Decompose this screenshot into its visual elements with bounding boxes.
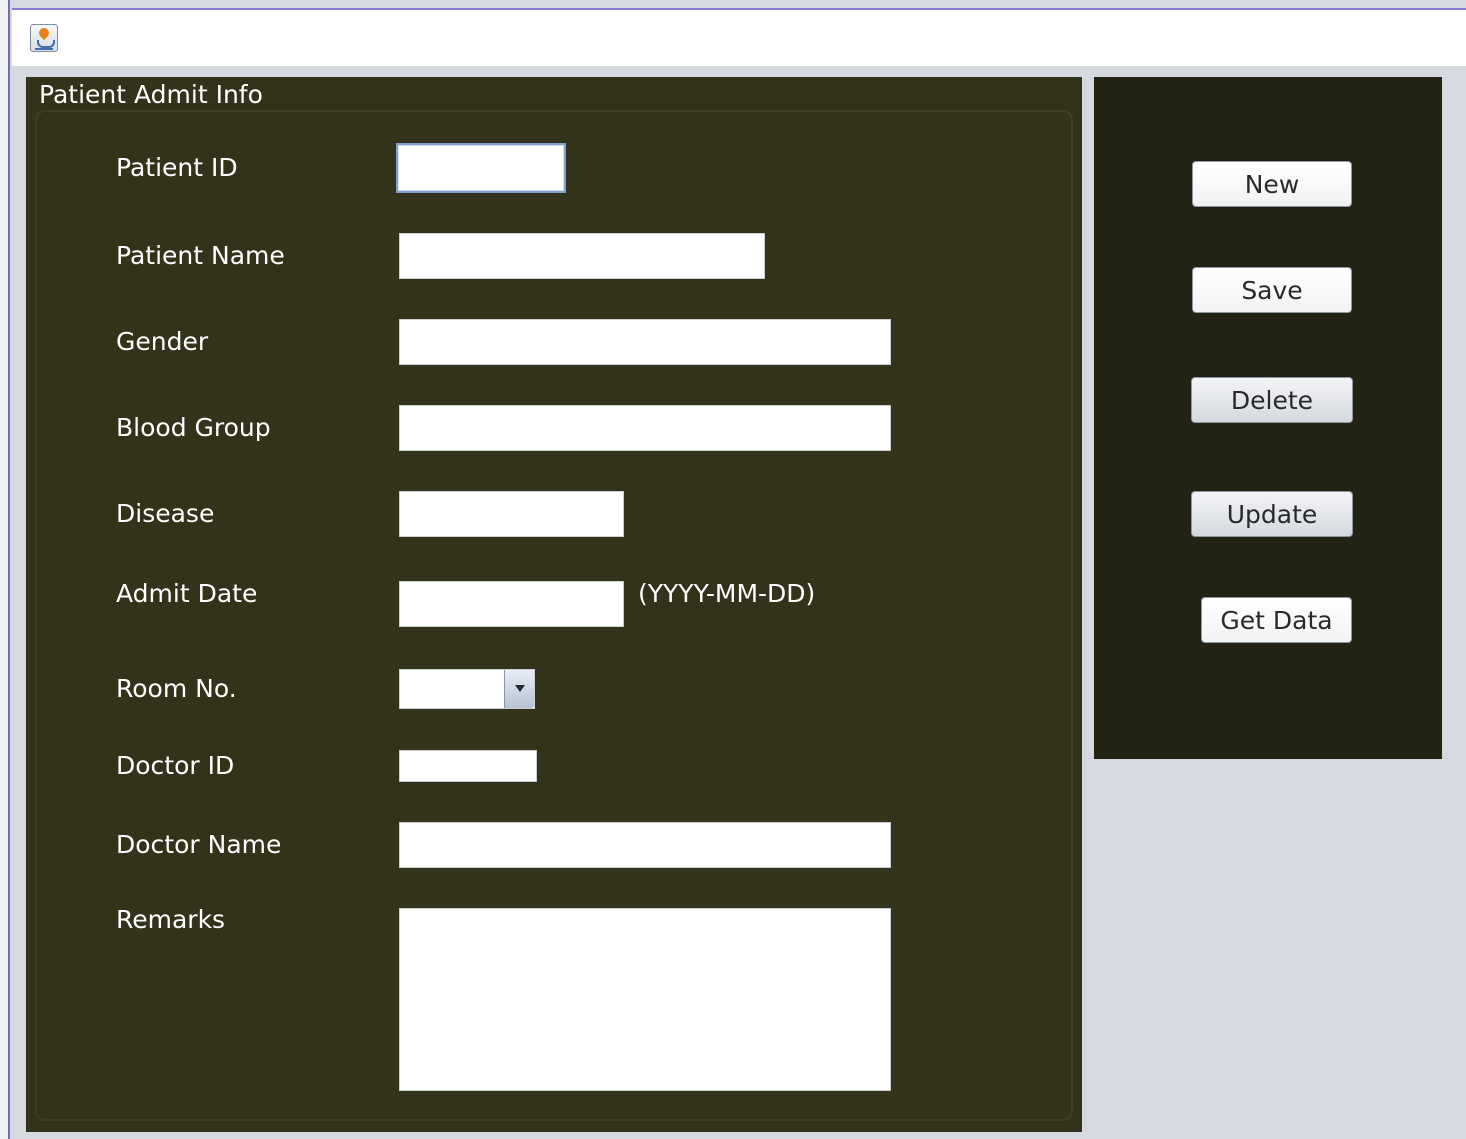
doctor-name-label: Doctor Name <box>116 830 282 859</box>
patient-name-input[interactable] <box>399 233 765 279</box>
actions-panel: New Save Delete Update Get Data <box>1094 77 1442 759</box>
window-left-edge <box>0 0 10 1139</box>
gender-label: Gender <box>116 327 209 356</box>
room-no-label: Room No. <box>116 674 237 703</box>
flame-shape <box>36 25 52 41</box>
disease-input[interactable] <box>399 491 624 537</box>
blood-group-input[interactable] <box>399 405 891 451</box>
patient-admit-panel: Patient Admit Info Patient ID Patient Na… <box>26 77 1082 1132</box>
get-data-button[interactable]: Get Data <box>1201 597 1352 643</box>
new-button[interactable]: New <box>1192 161 1352 207</box>
cup-shape <box>37 40 55 48</box>
admit-date-label: Admit Date <box>116 579 258 608</box>
save-button[interactable]: Save <box>1192 267 1352 313</box>
patient-id-input[interactable] <box>396 143 566 193</box>
title-bar <box>12 8 1466 66</box>
panel-title: Patient Admit Info <box>39 80 263 109</box>
doctor-name-input[interactable] <box>399 822 891 868</box>
remarks-label: Remarks <box>116 905 226 934</box>
date-format-hint: (YYYY-MM-DD) <box>638 579 816 608</box>
java-app-icon[interactable] <box>30 24 58 52</box>
plate-shape <box>35 48 53 50</box>
blood-group-label: Blood Group <box>116 413 271 442</box>
update-button[interactable]: Update <box>1191 491 1353 537</box>
remarks-textarea[interactable] <box>399 908 891 1091</box>
delete-button[interactable]: Delete <box>1191 377 1353 423</box>
disease-label: Disease <box>116 499 215 528</box>
doctor-id-input[interactable] <box>399 750 537 782</box>
patient-name-label: Patient Name <box>116 241 285 270</box>
admit-date-input[interactable] <box>399 581 624 627</box>
patient-id-label: Patient ID <box>116 153 238 182</box>
room-no-combobox[interactable] <box>399 669 535 709</box>
doctor-id-label: Doctor ID <box>116 751 235 780</box>
room-no-dropdown-button[interactable] <box>504 670 534 708</box>
chevron-down-icon <box>515 685 525 692</box>
gender-input[interactable] <box>399 319 891 365</box>
